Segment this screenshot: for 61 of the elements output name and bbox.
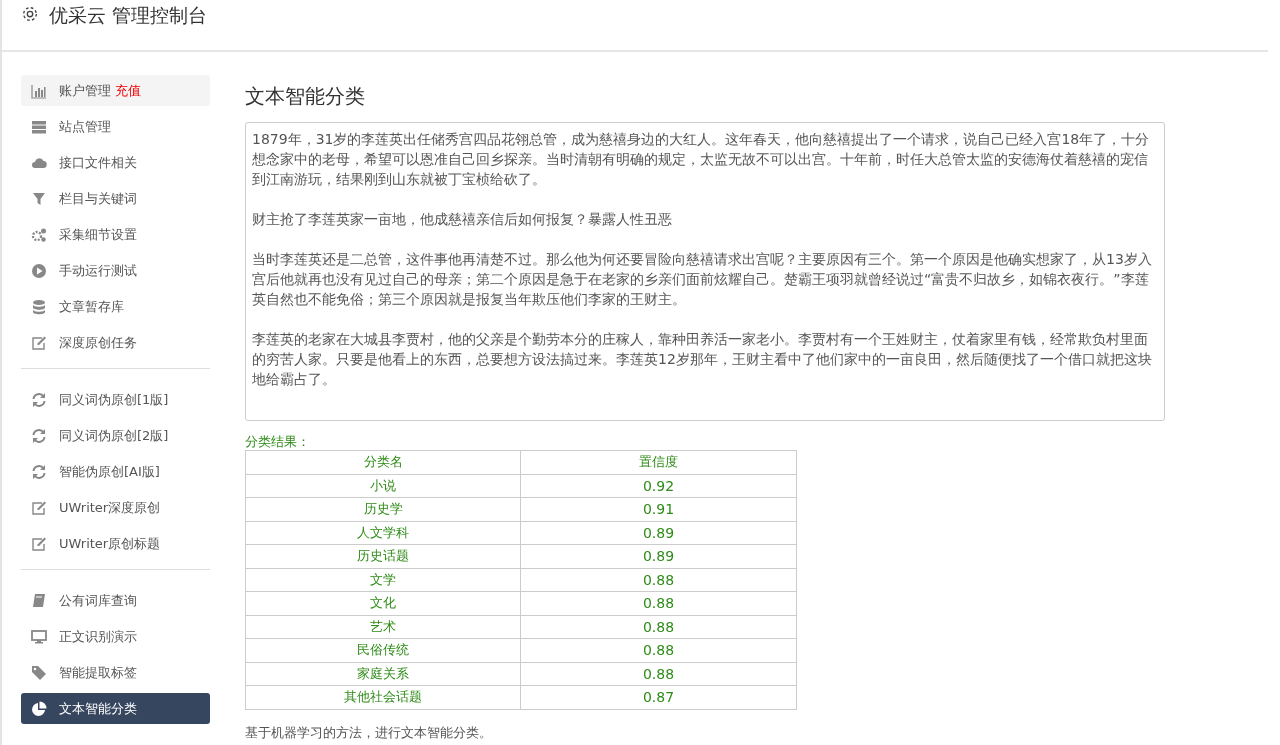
table-cell: 0.88 — [520, 568, 797, 592]
edit-icon — [31, 334, 47, 351]
table-cell: 0.89 — [520, 544, 797, 568]
sync-icon — [31, 391, 47, 408]
page-heading: 文本智能分类 — [245, 83, 366, 110]
table-cell: 0.88 — [520, 591, 797, 615]
table-cell: 小说 — [245, 474, 521, 498]
sidebar-item[interactable]: 账户管理 充值 — [21, 75, 210, 106]
table-cell: 民俗传统 — [245, 638, 521, 662]
sidebar-item[interactable]: UWriter深度原创 — [21, 492, 210, 523]
recharge-link[interactable]: 充值 — [115, 81, 141, 100]
play-icon — [31, 262, 47, 279]
table-cell: 历史话题 — [245, 544, 521, 568]
text-input-field[interactable]: 1879年，31岁的李莲英出任储秀宫四品花翎总管，成为慈禧身边的大红人。这年春天，他向慈禧提出了一个请求，说自己已经入宫18年了，十分想念家中的老母，希望可以恩准自己回乡探亲。当时清朝有明确的规定，太监无故不可以出宫。十年前，时任大总管太监的安德海仗着慈禧的宠信到江南游玩，结果刚到山东就被丁宝桢给砍了。 财主抢了李莲英家一亩地，他成慈禧亲信后如何报复？暴露人性丑恶 当时李莲英还是二总管，这件事他再清楚不过。那么他为何还要冒险向慈禧请求出宫呢？主要原因有三个。第一个原因是他确实想家了，从13岁入宫后他就再也没有见过自己的母亲；第二个原因是急于在老家的乡亲们面前炫耀自己。楚霸王项羽就曾经说过“富贵不归故乡，如锦衣夜行。”李莲英自然也不能免俗；第三个原因就是报复当年欺压他们李家的王财主。 李莲英的老家在大城县李贾村，他的父亲是个勤劳本分的庄稼人，靠种田养活一家老小。李贾村有一个王姓财主，仗着家里有钱，经常欺负村里面的穷苦人家。只要是他看上的东西，总要想方设法搞过来。李莲英12岁那年，王财主看中了他们家中的一亩良田，然后随便找了一个借口就把这块地给霸占了。 — [245, 122, 1165, 421]
result-label: 分类结果： — [245, 434, 311, 450]
table-cell: 0.88 — [520, 638, 797, 662]
sidebar-item[interactable]: 文本智能分类 — [21, 693, 210, 724]
sync-icon — [31, 427, 47, 444]
edit-icon — [31, 535, 47, 552]
monitor-icon — [31, 628, 47, 645]
edit-icon — [31, 499, 47, 516]
db-icon — [31, 298, 47, 315]
table-cell: 家庭关系 — [245, 662, 521, 686]
sync-icon — [31, 463, 47, 480]
sidebar-item[interactable]: 智能提取标签 — [21, 657, 210, 688]
table-cell: 其他社会话题 — [245, 685, 521, 709]
table-cell: 文化 — [245, 591, 521, 615]
sidebar-item[interactable]: 公有词库查询 — [21, 585, 210, 616]
table-cell: 人文学科 — [245, 521, 521, 545]
sidebar-item[interactable]: UWriter原创标题 — [21, 528, 210, 559]
table-cell: 艺术 — [245, 615, 521, 639]
table-cell: 文学 — [245, 568, 521, 592]
sidebar-item[interactable]: 深度原创任务 — [21, 327, 210, 358]
table-cell: 0.87 — [520, 685, 797, 709]
column-header: 分类名 — [245, 450, 521, 474]
table-cell: 0.92 — [520, 474, 797, 498]
table-cell: 历史学 — [245, 497, 521, 521]
sidebar-item[interactable]: 接口文件相关 — [21, 147, 210, 178]
pie-icon — [31, 700, 47, 717]
sidebar-item[interactable]: 同义词伪原创[1版] — [21, 384, 210, 415]
table-cell: 0.88 — [520, 662, 797, 686]
server-icon — [31, 118, 47, 135]
sidebar-item[interactable]: 同义词伪原创[2版] — [21, 420, 210, 451]
sidebar-item[interactable]: 正文识别演示 — [21, 621, 210, 652]
sidebar-item[interactable]: 手动运行测试 — [21, 255, 210, 286]
sidebar-item[interactable]: 智能伪原创[AI版] — [21, 456, 210, 487]
settings-icon — [21, 5, 39, 23]
column-header: 置信度 — [520, 450, 797, 474]
table-cell: 0.89 — [520, 521, 797, 545]
tag-icon — [31, 664, 47, 681]
sidebar-item[interactable]: 文章暂存库 — [21, 291, 210, 322]
app-title: 优采云 管理控制台 — [49, 4, 208, 26]
description-text: 基于机器学习的方法，进行文本智能分类。 — [245, 723, 493, 742]
book-icon — [31, 592, 47, 609]
sidebar-item[interactable]: 站点管理 — [21, 111, 210, 142]
filter-icon — [31, 190, 47, 207]
table-cell: 0.91 — [520, 497, 797, 521]
sidebar-item[interactable]: 栏目与关键词 — [21, 183, 210, 214]
chart-icon — [31, 82, 47, 99]
sidebar-item[interactable]: 采集细节设置 — [21, 219, 210, 250]
table-cell: 0.88 — [520, 615, 797, 639]
